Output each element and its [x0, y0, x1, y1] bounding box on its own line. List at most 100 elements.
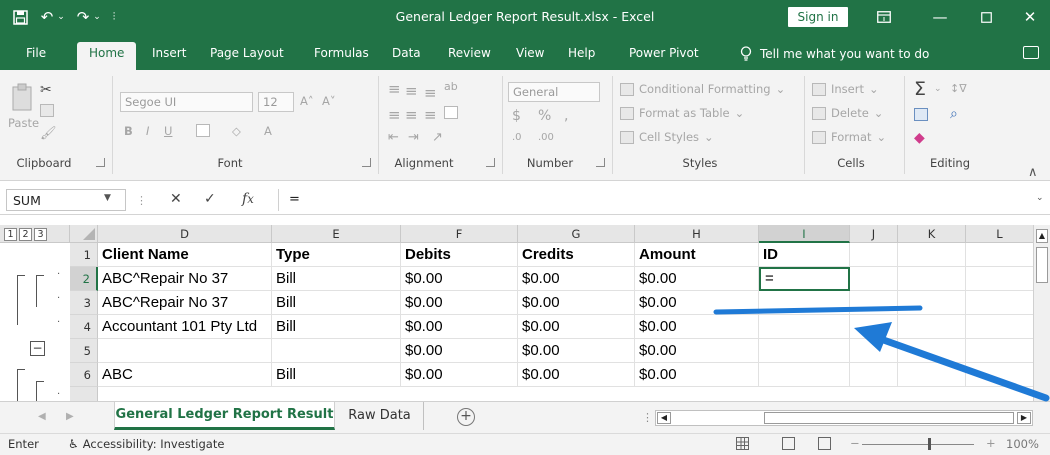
tab-file[interactable]: File	[26, 42, 46, 70]
cell[interactable]	[898, 291, 966, 315]
comments-icon[interactable]	[1023, 46, 1039, 59]
wrap-text-icon[interactable]: ab	[444, 80, 458, 93]
row-header[interactable]: 5	[70, 339, 98, 363]
cell[interactable]	[850, 267, 898, 291]
expand-formula-bar-icon[interactable]: ⌄	[1036, 193, 1044, 203]
tab-view[interactable]: View	[516, 42, 544, 70]
borders-icon[interactable]	[196, 124, 210, 137]
vertical-scrollbar[interactable]: ▲	[1033, 225, 1050, 401]
name-box-dropdown-icon[interactable]: ▼	[104, 193, 111, 203]
align-right-icon[interactable]: ≡	[424, 106, 437, 124]
scroll-up-icon[interactable]: ▲	[1036, 229, 1048, 243]
alignment-launcher-icon[interactable]	[486, 158, 495, 167]
format-as-table-button[interactable]: Format as Table ⌄	[620, 106, 744, 120]
collapse-ribbon-icon[interactable]: ∧	[1028, 165, 1038, 180]
cell[interactable]: $0.00	[401, 291, 518, 315]
scroll-thumb[interactable]	[1036, 247, 1048, 283]
cell[interactable]: Bill	[272, 267, 401, 291]
minimize-button[interactable]: —	[920, 4, 960, 30]
scroll-right-icon[interactable]: ▶	[1017, 412, 1031, 424]
cell[interactable]: ABC^Repair No 37	[98, 267, 272, 291]
clear-icon[interactable]: ◆	[914, 130, 925, 146]
cell[interactable]: ABC^Repair No 37	[98, 291, 272, 315]
cell[interactable]: Type	[272, 243, 401, 267]
currency-icon[interactable]: $	[512, 108, 521, 124]
cell[interactable]: ABC	[98, 363, 272, 387]
align-middle-icon[interactable]: ≡	[405, 82, 418, 100]
sheet-tab-raw-data[interactable]: Raw Data	[336, 402, 424, 430]
tab-power-pivot[interactable]: Power Pivot	[629, 42, 699, 70]
paste-label[interactable]: Paste	[8, 116, 39, 130]
prev-sheet-icon[interactable]: ◀	[38, 411, 46, 422]
cell[interactable]: Amount	[635, 243, 759, 267]
confirm-entry-icon[interactable]: ✓	[204, 191, 216, 207]
decrease-decimal-icon[interactable]: .00	[538, 132, 554, 143]
column-header[interactable]: K	[898, 225, 966, 243]
cell[interactable]: $0.00	[518, 315, 635, 339]
cell[interactable]	[966, 243, 1034, 267]
cell[interactable]	[759, 363, 850, 387]
page-layout-view-icon[interactable]	[782, 437, 795, 450]
align-top-icon[interactable]: ≡	[388, 80, 401, 98]
insert-function-icon[interactable]: fx	[242, 191, 254, 207]
scroll-thumb[interactable]	[764, 412, 1014, 424]
sheet-tab-active[interactable]: General Ledger Report Result	[114, 402, 335, 430]
column-header-selected[interactable]: I	[759, 225, 850, 243]
column-header[interactable]: J	[850, 225, 898, 243]
tab-insert[interactable]: Insert	[152, 42, 186, 70]
active-cell[interactable]: =	[759, 267, 850, 291]
cell-styles-button[interactable]: Cell Styles ⌄	[620, 130, 714, 144]
column-header[interactable]: F	[401, 225, 518, 243]
zoom-out-icon[interactable]: −	[850, 436, 860, 450]
cell[interactable]	[898, 267, 966, 291]
underline-icon[interactable]: U	[164, 124, 172, 138]
outline-level-3-button[interactable]: 3	[34, 228, 47, 241]
row-header[interactable]: 1	[70, 243, 98, 267]
increase-decimal-icon[interactable]: .0	[512, 132, 522, 143]
tab-formulas[interactable]: Formulas	[314, 42, 369, 70]
row-header[interactable]: 4	[70, 315, 98, 339]
column-header[interactable]: E	[272, 225, 401, 243]
cell[interactable]: $0.00	[401, 363, 518, 387]
cell[interactable]	[850, 291, 898, 315]
insert-cells-button[interactable]: Insert ⌄	[812, 82, 879, 96]
cell[interactable]	[850, 363, 898, 387]
collapse-group-button[interactable]: −	[30, 341, 45, 356]
tab-home[interactable]: Home	[77, 42, 137, 70]
add-sheet-button[interactable]: +	[457, 408, 475, 426]
zoom-level[interactable]: 100%	[1006, 437, 1039, 451]
formula-input[interactable]: =	[278, 189, 1040, 211]
align-left-icon[interactable]: ≡	[388, 106, 401, 124]
outline-level-1-button[interactable]: 1	[4, 228, 17, 241]
autosum-dropdown-icon[interactable]: ⌄	[934, 84, 942, 94]
row-header-selected[interactable]: 2	[70, 267, 98, 291]
row-header[interactable]: 6	[70, 363, 98, 387]
cell[interactable]: $0.00	[401, 339, 518, 363]
delete-cells-button[interactable]: Delete ⌄	[812, 106, 883, 120]
copy-icon[interactable]	[40, 104, 54, 117]
font-launcher-icon[interactable]	[362, 158, 371, 167]
cell[interactable]	[759, 339, 850, 363]
formula-bar-handle-icon[interactable]: ⋮	[136, 194, 147, 207]
scroll-left-icon[interactable]: ◀	[657, 412, 671, 424]
tab-page-layout[interactable]: Page Layout	[210, 42, 284, 70]
cell[interactable]	[966, 267, 1034, 291]
number-launcher-icon[interactable]	[596, 158, 605, 167]
cell[interactable]: Bill	[272, 363, 401, 387]
cell[interactable]: $0.00	[518, 339, 635, 363]
font-color-icon[interactable]: A	[264, 124, 272, 138]
tell-me-search[interactable]: Tell me what you want to do	[740, 46, 929, 61]
cut-icon[interactable]: ✂	[40, 82, 52, 98]
cell[interactable]: ID	[759, 243, 850, 267]
find-select-icon[interactable]: ⌕	[950, 106, 958, 122]
cell[interactable]: $0.00	[635, 363, 759, 387]
cell[interactable]: Accountant 101 Pty Ltd	[98, 315, 272, 339]
cell[interactable]	[966, 339, 1034, 363]
paste-icon[interactable]	[10, 82, 36, 112]
align-center-icon[interactable]: ≡	[405, 106, 418, 124]
conditional-formatting-button[interactable]: Conditional Formatting ⌄	[620, 82, 785, 96]
tab-review[interactable]: Review	[448, 42, 491, 70]
cell[interactable]	[759, 291, 850, 315]
font-size-dropdown[interactable]: 12	[258, 92, 294, 112]
cell[interactable]: $0.00	[635, 315, 759, 339]
